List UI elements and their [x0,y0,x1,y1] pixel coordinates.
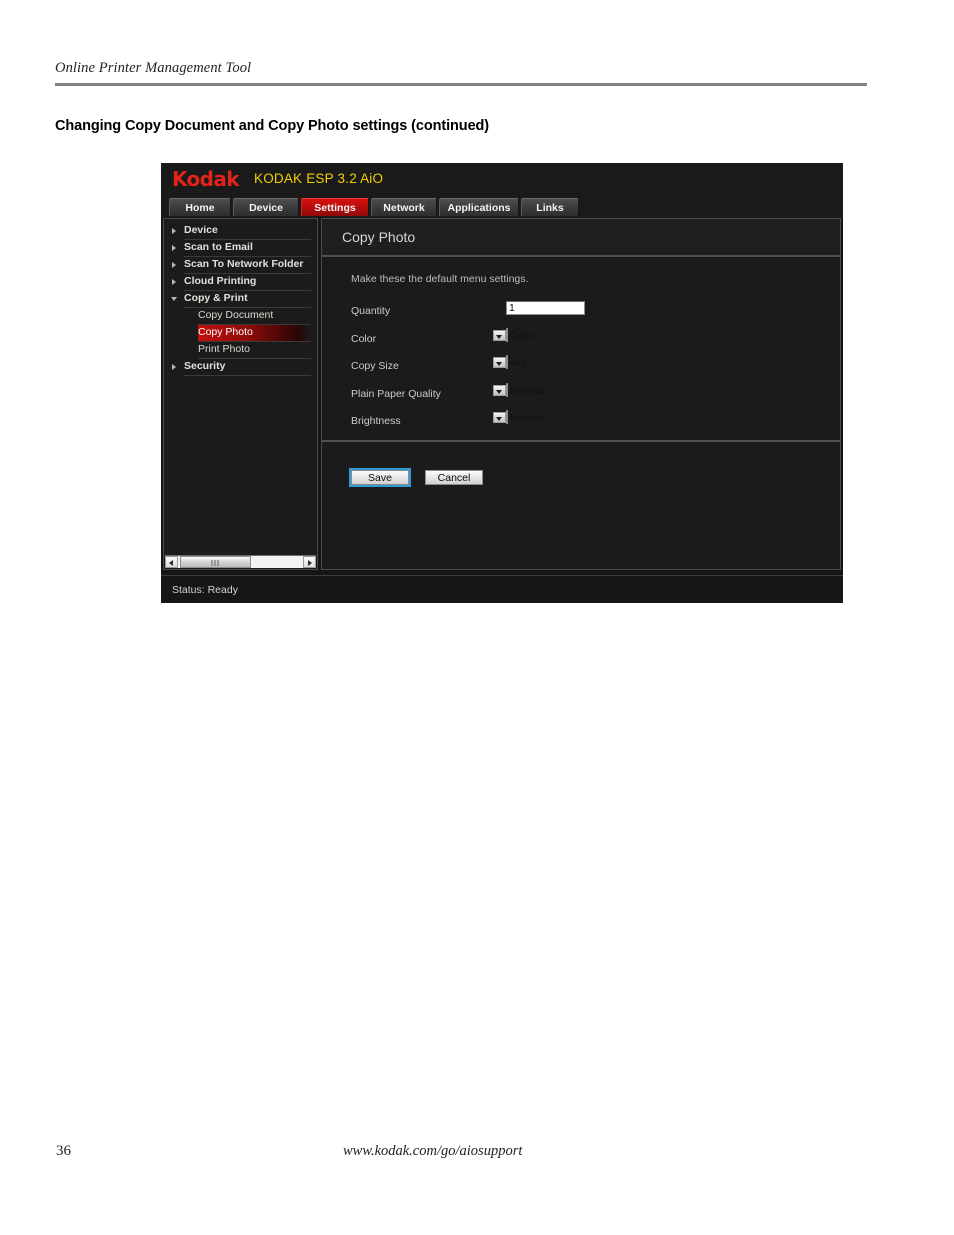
brand-bar: Kodak KODAK ESP 3.2 AiO [161,163,843,198]
chevron-right-icon [172,364,176,370]
select-value: Normal [510,384,544,397]
color-select-wrap: Color [493,327,535,342]
page-title: Changing Copy Document and Copy Photo se… [55,118,490,134]
sidebar-item-cloud-printing[interactable]: Cloud Printing [172,274,311,291]
sidebar-item-scan-to-network-folder[interactable]: Scan To Network Folder [172,257,311,274]
sidebar-item-label: Copy & Print [184,292,248,304]
tab-home[interactable]: Home [169,198,231,216]
field-label: Quantity [351,305,391,317]
field-row-quantity: Quantity [322,301,840,329]
form-note: Make these the default menu settings. [351,273,529,285]
app-body: Device Scan to Email Scan To Network Fol… [161,218,843,573]
field-label: Color [351,332,377,345]
header-divider [55,83,867,86]
app-status-bar: Status: Ready [161,575,843,603]
select-value: Color [510,329,536,342]
field-row-brightness: Brightness Normal [322,410,840,439]
sidebar-item-label: Copy Photo [198,326,253,338]
form-action-bar: Save Cancel [322,442,840,569]
settings-nav-list: Device Scan to Email Scan To Network Fol… [164,223,317,376]
sidebar-item-label: Cloud Printing [184,275,257,287]
scroll-right-arrow-icon[interactable] [303,556,316,568]
kodak-logo: Kodak [172,167,240,191]
footer-url: www.kodak.com/go/aiosupport [343,1143,523,1159]
tab-network[interactable]: Network [371,198,437,216]
select-value: 4x6 [510,357,527,369]
copy-size-select[interactable]: 4x6 [493,355,527,369]
sidebar-item-security[interactable]: Security [172,359,311,376]
page-number: 36 [56,1143,71,1159]
sidebar-item-label: Copy Document [198,309,274,321]
chevron-right-icon [172,228,176,234]
copy-size-select-wrap: 4x6 [493,355,527,369]
status-text: Status: Ready [172,584,238,596]
field-label: Plain Paper Quality [351,387,441,400]
settings-content-pane: Copy Photo Make these the default menu s… [321,218,841,570]
cancel-button[interactable]: Cancel [425,470,483,485]
chevron-down-icon[interactable] [493,412,506,423]
sidebar-item-label: Device [184,224,218,236]
scrollbar-thumb[interactable] [180,556,251,568]
brightness-select[interactable]: Normal [493,410,544,424]
sidebar-item-label: Scan to Email [184,241,253,253]
field-row-copy-size: Copy Size 4x6 [322,355,840,384]
chevron-down-icon[interactable] [493,357,506,368]
document-header: Online Printer Management Tool [55,60,867,86]
sidebar-item-copy-document[interactable]: Copy Document [198,308,311,325]
quantity-input-wrap [506,301,585,315]
color-select[interactable]: Color [493,327,535,342]
save-button[interactable]: Save [351,470,409,485]
printer-web-tool-screenshot: Kodak KODAK ESP 3.2 AiO Home Device Sett… [161,163,843,603]
field-label: Copy Size [351,360,399,372]
content-title: Copy Photo [342,229,416,245]
settings-sidebar: Device Scan to Email Scan To Network Fol… [163,218,318,570]
main-tab-bar: Home Device Settings Network Application… [161,198,843,218]
chevron-right-icon [172,262,176,268]
sidebar-horizontal-scrollbar[interactable] [165,555,316,568]
brightness-select-wrap: Normal [493,410,544,424]
chevron-down-icon[interactable] [493,329,506,341]
chevron-down-icon [171,297,177,301]
tab-links[interactable]: Links [521,198,579,216]
grip-icon [211,560,220,566]
tab-device[interactable]: Device [233,198,299,216]
sidebar-item-label: Security [184,360,226,372]
sidebar-item-copy-and-print[interactable]: Copy & Print [171,291,311,308]
sidebar-item-label: Scan To Network Folder [184,258,304,270]
document-header-text: Online Printer Management Tool [55,60,252,76]
chevron-right-icon [172,279,176,285]
form-field-rows: Quantity Color Color [322,301,840,439]
chevron-down-icon[interactable] [493,384,506,396]
sidebar-item-copy-photo[interactable]: Copy Photo [198,325,311,342]
plain-paper-quality-select-wrap: Normal [493,382,544,397]
settings-form: Make these the default menu settings. Qu… [322,257,840,442]
field-row-plain-paper-quality: Plain Paper Quality Normal [322,382,840,412]
scroll-left-arrow-icon[interactable] [165,556,178,568]
chevron-right-icon [172,245,176,251]
select-value: Normal [510,412,544,424]
plain-paper-quality-select[interactable]: Normal [493,382,544,397]
field-row-color: Color Color [322,327,840,357]
field-label: Brightness [351,415,401,427]
content-header: Copy Photo [322,219,840,257]
tab-settings[interactable]: Settings [301,198,369,216]
sidebar-item-device[interactable]: Device [172,223,311,240]
sidebar-item-label: Print Photo [198,343,250,355]
printer-model-label: KODAK ESP 3.2 AiO [254,171,384,186]
tab-applications[interactable]: Applications [439,198,519,216]
sidebar-item-print-photo[interactable]: Print Photo [198,342,311,359]
sidebar-item-scan-to-email[interactable]: Scan to Email [172,240,311,257]
quantity-input[interactable] [506,301,585,315]
